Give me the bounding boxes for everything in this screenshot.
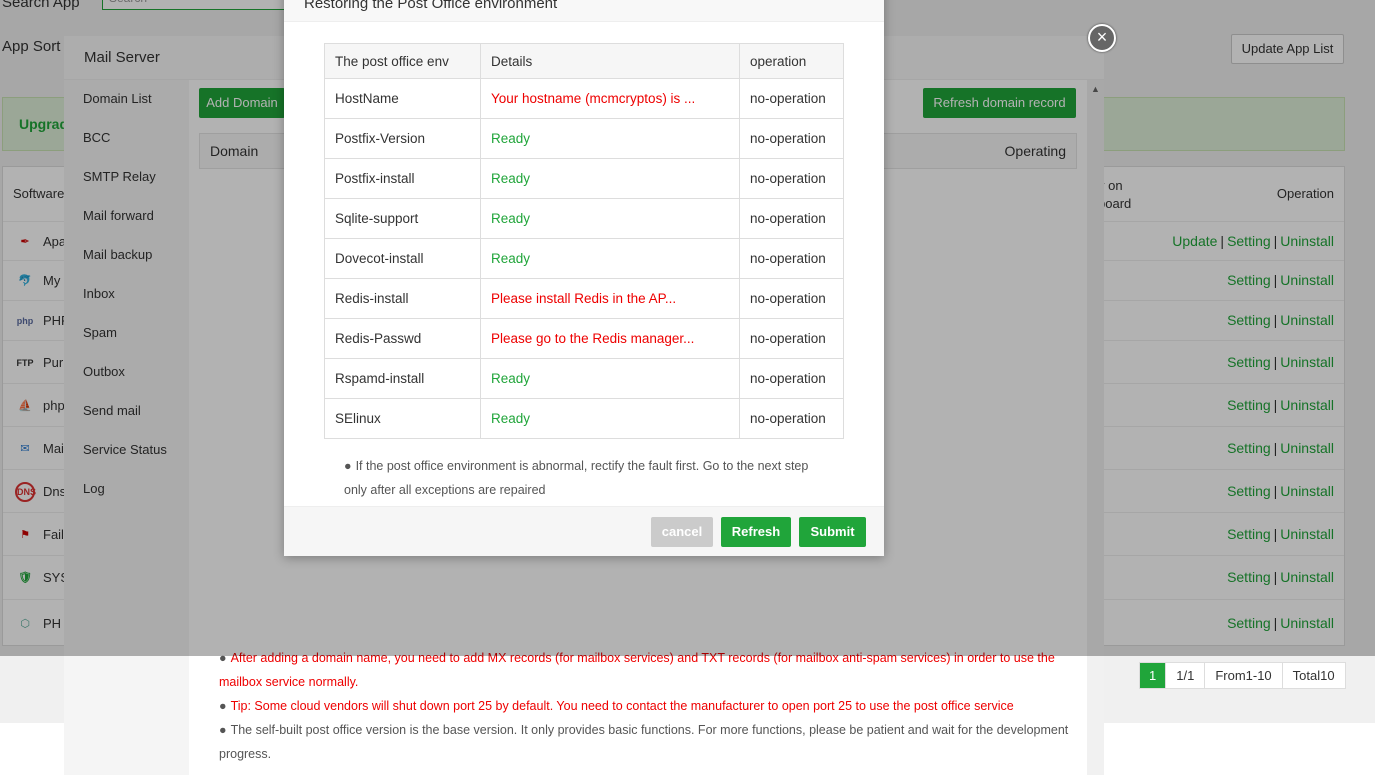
cancel-button[interactable]: cancel bbox=[651, 517, 713, 547]
environment-table: The post office env Details operation Ho… bbox=[324, 43, 844, 439]
page-range: From1-10 bbox=[1204, 663, 1281, 688]
bullet-icon: ● bbox=[219, 723, 227, 737]
close-icon[interactable]: × bbox=[1088, 24, 1116, 52]
env-name: Dovecot-install bbox=[324, 238, 481, 279]
env-detail: Please install Redis in the AP... bbox=[480, 278, 740, 319]
env-operation: no-operation bbox=[739, 198, 844, 239]
tip-base-version: The self-built post office version is th… bbox=[219, 723, 1069, 761]
env-detail: Ready bbox=[480, 158, 740, 199]
table-row: HostName Your hostname (mcmcryptos) is ..… bbox=[324, 78, 844, 119]
table-row: Rspamd-install Ready no-operation bbox=[324, 358, 844, 399]
dialog-footer: cancel Refresh Submit bbox=[284, 506, 884, 556]
env-name: SElinux bbox=[324, 398, 481, 439]
bullet-icon: ● bbox=[219, 699, 227, 713]
env-detail: Ready bbox=[480, 198, 740, 239]
table-row: SElinux Ready no-operation bbox=[324, 398, 844, 439]
env-name: Rspamd-install bbox=[324, 358, 481, 399]
dialog-title: Restoring the Post Office environment bbox=[304, 0, 558, 12]
bullet-icon: ● bbox=[344, 459, 352, 473]
table-row: Redis-Passwd Please go to the Redis manag… bbox=[324, 318, 844, 359]
page-current[interactable]: 1 bbox=[1140, 663, 1166, 688]
dialog-note: ● If the post office environment is abnor… bbox=[344, 454, 824, 502]
env-name: Redis-Passwd bbox=[324, 318, 481, 359]
refresh-button[interactable]: Refresh bbox=[721, 517, 791, 547]
dialog-title-bar: Restoring the Post Office environment bbox=[284, 0, 884, 22]
column-operation: operation bbox=[739, 43, 844, 79]
env-operation: no-operation bbox=[739, 318, 844, 359]
env-name: HostName bbox=[324, 78, 481, 119]
env-detail: Ready bbox=[480, 238, 740, 279]
env-detail: Ready bbox=[480, 118, 740, 159]
submit-button[interactable]: Submit bbox=[799, 517, 866, 547]
page-total: Total10 bbox=[1281, 663, 1345, 688]
env-operation: no-operation bbox=[739, 78, 844, 119]
env-name: Redis-install bbox=[324, 278, 481, 319]
env-operation: no-operation bbox=[739, 398, 844, 439]
env-operation: no-operation bbox=[739, 238, 844, 279]
table-row: Dovecot-install Ready no-operation bbox=[324, 238, 844, 279]
env-name: Sqlite-support bbox=[324, 198, 481, 239]
table-row: Redis-install Please install Redis in the… bbox=[324, 278, 844, 319]
column-env: The post office env bbox=[324, 43, 481, 79]
column-details: Details bbox=[480, 43, 740, 79]
env-operation: no-operation bbox=[739, 118, 844, 159]
pagination: 1 1/1 From1-10 Total10 bbox=[1139, 662, 1346, 689]
tip-mx-records: After adding a domain name, you need to … bbox=[219, 651, 1055, 689]
env-name: Postfix-install bbox=[324, 158, 481, 199]
table-row: Postfix-install Ready no-operation bbox=[324, 158, 844, 199]
env-operation: no-operation bbox=[739, 358, 844, 399]
table-row: Sqlite-support Ready no-operation bbox=[324, 198, 844, 239]
env-detail: Your hostname (mcmcryptos) is ... bbox=[480, 78, 740, 119]
env-detail: Please go to the Redis manager... bbox=[480, 318, 740, 359]
restore-environment-dialog: Restoring the Post Office environment Th… bbox=[284, 0, 884, 556]
env-name: Postfix-Version bbox=[324, 118, 481, 159]
page-count: 1/1 bbox=[1165, 663, 1204, 688]
env-detail: Ready bbox=[480, 398, 740, 439]
dialog-note-text: If the post office environment is abnorm… bbox=[344, 459, 809, 497]
env-operation: no-operation bbox=[739, 158, 844, 199]
env-operation: no-operation bbox=[739, 278, 844, 319]
env-detail: Ready bbox=[480, 358, 740, 399]
table-row: Postfix-Version Ready no-operation bbox=[324, 118, 844, 159]
tip-port-25: Tip: Some cloud vendors will shut down p… bbox=[230, 699, 1014, 713]
mail-tips: ● After adding a domain name, you need to… bbox=[219, 646, 1069, 766]
